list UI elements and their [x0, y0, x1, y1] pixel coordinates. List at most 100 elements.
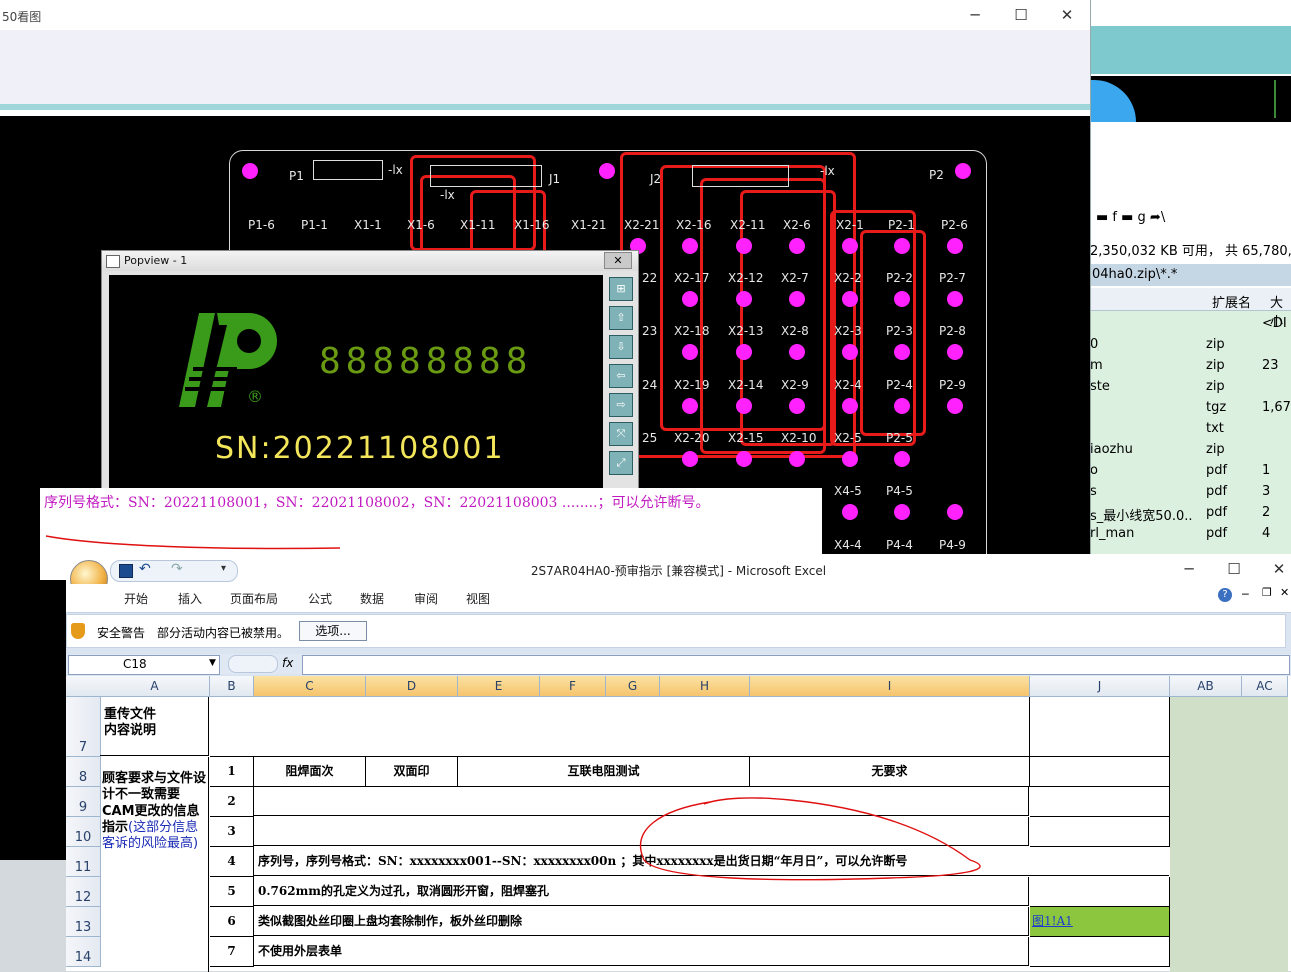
cell-j7[interactable] [1030, 697, 1170, 757]
file-row[interactable]: ste zip [1090, 377, 1291, 398]
cell-j-row[interactable] [1030, 817, 1170, 847]
cell-d8[interactable]: 双面印 [366, 757, 458, 787]
cell-e8[interactable]: 互联电阻测试 [458, 757, 750, 787]
ribbon-tab[interactable]: 视图 [466, 590, 490, 607]
excel-maximize-button[interactable]: ☐ [1219, 558, 1249, 580]
cell-i8[interactable]: 无要求 [750, 757, 1030, 787]
column-ext[interactable]: 扩展名 [1212, 292, 1251, 311]
row-header-14[interactable]: 14 [66, 937, 101, 967]
file-row[interactable]: s_最小线宽50.0.. pdf 2 [1090, 503, 1291, 524]
ribbon-close-icon[interactable]: ✕ [1280, 586, 1289, 599]
file-ext: zip [1206, 358, 1225, 373]
pad [842, 238, 858, 254]
cell-a8-merged[interactable]: 顾客要求与文件设计不一致需要CAM更改的信息指示(这部分信息客诉的风险最高) [100, 757, 209, 972]
popview-tool-button[interactable]: ⇧ [609, 306, 633, 330]
customize-qat-icon[interactable]: ▾ [221, 563, 226, 574]
fx-icon[interactable]: fx [282, 656, 293, 670]
cell-b-row[interactable]: 2 [210, 787, 254, 817]
column-header-J[interactable]: J [1030, 676, 1170, 697]
row-header-11[interactable]: 11 [66, 847, 101, 877]
close-button[interactable]: ✕ [1052, 4, 1082, 26]
row-header-7[interactable]: 7 [66, 697, 101, 757]
cell-c8[interactable]: 阻焊面次 [254, 757, 366, 787]
file-row[interactable]: tgz 1,67 [1090, 398, 1291, 419]
file-row[interactable]: o pdf 1 [1090, 461, 1291, 482]
cell-j-row[interactable]: 图1!A1 [1030, 907, 1170, 937]
ribbon-tab[interactable]: 开始 [124, 590, 148, 607]
ribbon-tab[interactable]: 数据 [360, 590, 384, 607]
row-header-8[interactable]: 8 [66, 757, 101, 787]
ribbon-minimize-icon[interactable]: ─ [1242, 588, 1249, 601]
column-header-E[interactable]: E [458, 676, 540, 697]
cell-b-row[interactable]: 5 [210, 877, 254, 907]
column-header-I[interactable]: I [750, 676, 1030, 697]
pad-label: P2-4 [886, 377, 913, 392]
row-header-13[interactable]: 13 [66, 907, 101, 937]
excel-close-button[interactable]: ✕ [1264, 558, 1291, 580]
column-header-AB[interactable]: AB [1170, 676, 1242, 697]
cell-b8[interactable]: 1 [210, 757, 254, 787]
pad-label: X2-13 [728, 324, 764, 339]
save-icon[interactable] [119, 564, 133, 578]
ribbon-tab[interactable]: 公式 [308, 590, 332, 607]
file-row[interactable]: rl_man pdf 4 [1090, 524, 1291, 545]
column-header-F[interactable]: F [540, 676, 606, 697]
row-header-9[interactable]: 9 [66, 787, 101, 817]
popview-tool-button[interactable]: ⤢ [609, 451, 633, 475]
row-header-12[interactable]: 12 [66, 877, 101, 907]
cell-b7-i7[interactable] [210, 697, 1030, 757]
sheet-link[interactable]: 图1!A1 [1030, 914, 1073, 928]
column-header-B[interactable]: B [210, 676, 254, 697]
column-header-A[interactable]: A [100, 676, 210, 697]
column-header-C[interactable]: C [254, 676, 366, 697]
cell-b-row[interactable]: 6 [210, 907, 254, 937]
name-box-dropdown-icon[interactable]: ▼ [209, 658, 216, 668]
undo-icon[interactable]: ↶ [139, 561, 151, 577]
pad-label: X2-9 [781, 377, 809, 392]
file-list[interactable]: 扩展名 大小 <DI 0 zip m zip 23 ste zip tgz 1,67 txt iaoz… [1090, 288, 1291, 560]
file-row[interactable]: m zip 23 [1090, 356, 1291, 377]
file-row[interactable]: 0 zip [1090, 335, 1291, 356]
cell-b-row[interactable]: 4 [210, 847, 254, 877]
cell-j-row[interactable] [1030, 787, 1170, 817]
popview-tool-button[interactable]: ⤧ [609, 422, 633, 446]
file-row[interactable]: <DI [1090, 314, 1291, 335]
popview-tool-button[interactable]: ⇦ [609, 364, 633, 388]
maximize-button[interactable]: ☐ [1006, 4, 1036, 26]
cell-a7[interactable]: 重传文件 内容说明 [100, 697, 209, 756]
file-row[interactable]: iaozhu zip [1090, 440, 1291, 461]
file-row[interactable]: s pdf 3 [1090, 482, 1291, 503]
ribbon-restore-icon[interactable]: ❐ [1262, 586, 1272, 599]
cell-c-merged[interactable]: 类似截图处丝印圈上盘均套除制作，板外丝印删除 [254, 907, 1029, 936]
options-button[interactable]: 选项... [299, 621, 367, 641]
help-icon[interactable]: ? [1218, 588, 1232, 602]
file-size: 1 [1262, 463, 1271, 478]
column-header-D[interactable]: D [366, 676, 458, 697]
ribbon-tab[interactable]: 页面布局 [230, 590, 278, 607]
file-row[interactable]: txt [1090, 419, 1291, 440]
drive-buttons[interactable]: ▬ f ▬ g ➦\ [1096, 210, 1165, 225]
cell-c-merged[interactable]: 不使用外层表单 [254, 937, 1029, 966]
ribbon-tab[interactable]: 审阅 [414, 590, 438, 607]
column-header-G[interactable]: G [606, 676, 660, 697]
column-header-H[interactable]: H [660, 676, 750, 697]
cell-j-row[interactable] [1030, 877, 1170, 907]
select-all-corner[interactable] [66, 676, 101, 697]
row-header-10[interactable]: 10 [66, 817, 101, 847]
popview-tool-button[interactable]: ⇨ [609, 393, 633, 417]
minimize-button[interactable]: ─ [960, 4, 990, 26]
popview-tool-button[interactable]: ⇩ [609, 335, 633, 359]
popview-close-button[interactable]: ✕ [604, 252, 632, 269]
ribbon-tab[interactable]: 插入 [178, 590, 202, 607]
cell-j8[interactable] [1030, 757, 1170, 787]
drive-toolbar[interactable]: ▬ f ▬ g ➦\ [1090, 204, 1291, 234]
cell-b-row[interactable]: 3 [210, 817, 254, 847]
formula-input[interactable] [302, 655, 1290, 675]
name-box[interactable]: C18 ▼ [68, 655, 220, 675]
column-header-AC[interactable]: AC [1242, 676, 1288, 697]
cell-j-row[interactable] [1030, 937, 1170, 967]
popview-tool-button[interactable]: ⊞ [609, 277, 633, 301]
cell-b-row[interactable]: 7 [210, 937, 254, 967]
redo-icon[interactable]: ↷ [171, 561, 183, 577]
excel-minimize-button[interactable]: ─ [1174, 558, 1204, 580]
